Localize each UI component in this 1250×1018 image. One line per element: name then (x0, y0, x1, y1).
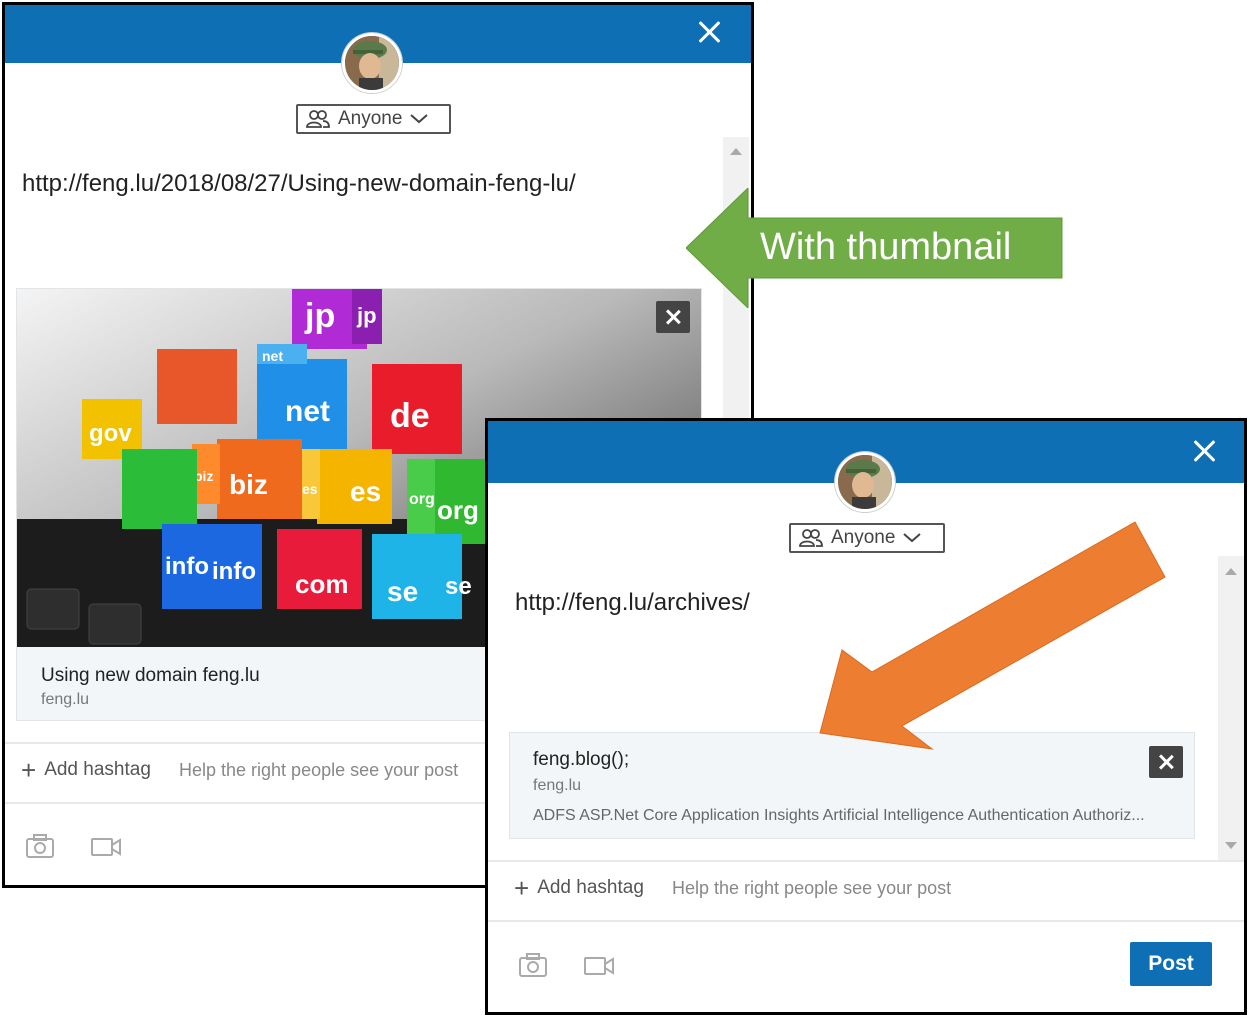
cube-label: net (262, 348, 283, 364)
preview-description: ADFS ASP.Net Core Application Insights A… (533, 807, 1145, 824)
preview-domain: feng.lu (41, 691, 90, 708)
audience-label: Anyone (338, 108, 403, 129)
add-hashtag-label: Add hashtag (537, 877, 644, 898)
avatar (835, 452, 895, 512)
hashtag-help-text: Help the right people see your post (179, 760, 459, 780)
scrollbar[interactable] (1218, 556, 1244, 861)
cube-label: org (437, 495, 479, 525)
with-thumbnail-callout: With thumbnail (686, 188, 1068, 308)
scroll-up-icon[interactable] (730, 148, 742, 155)
post-text[interactable]: http://feng.lu/2018/08/27/Using-new-doma… (22, 170, 576, 198)
post-button[interactable]: Post (1130, 942, 1212, 986)
with-thumbnail-label: With thumbnail (760, 226, 1012, 268)
hashtag-row: + Add hashtag Help the right people see … (488, 860, 1244, 922)
cube-label: info (212, 558, 256, 585)
add-hashtag-button[interactable]: + Add hashtag (21, 755, 151, 785)
preview-title[interactable]: feng.blog(); (533, 749, 629, 771)
cube-label: es (350, 476, 381, 507)
add-hashtag-label: Add hashtag (44, 759, 151, 780)
add-hashtag-button[interactable]: + Add hashtag (514, 873, 644, 903)
camera-icon[interactable] (25, 833, 55, 864)
remove-preview-button[interactable] (656, 301, 690, 333)
post-text[interactable]: http://feng.lu/archives/ (515, 589, 750, 617)
scroll-up-icon[interactable] (1225, 568, 1237, 575)
cube-label: se (387, 576, 418, 607)
chevron-down-icon (410, 114, 429, 124)
cube-label: net (285, 395, 330, 428)
avatar (342, 33, 402, 93)
hashtag-help-text: Help the right people see your post (672, 878, 952, 898)
no-thumbnail-callout: No thumbnail (790, 514, 1190, 760)
close-icon[interactable] (1192, 439, 1216, 463)
plus-icon: + (514, 873, 530, 903)
plus-icon: + (21, 755, 37, 785)
cube-label: biz (229, 469, 268, 500)
cube-label: gov (89, 420, 132, 447)
preview-title[interactable]: Using new domain feng.lu (41, 665, 260, 687)
cube-label: se (445, 573, 472, 600)
close-icon[interactable] (697, 20, 721, 44)
cube-label: com (295, 569, 348, 599)
cube-label: es (302, 481, 318, 497)
people-icon (306, 110, 330, 128)
cube-label: jp (304, 297, 335, 335)
audience-dropdown[interactable]: Anyone (296, 104, 451, 134)
preview-domain: feng.lu (533, 777, 582, 794)
camera-icon[interactable] (518, 952, 548, 983)
scroll-down-icon[interactable] (1225, 842, 1237, 849)
video-icon[interactable] (583, 955, 615, 982)
cube-label: jp (356, 303, 377, 328)
cube-label: de (390, 397, 430, 435)
cube-label: org (409, 491, 435, 508)
video-icon[interactable] (90, 836, 122, 863)
cube-label: info (165, 553, 209, 580)
